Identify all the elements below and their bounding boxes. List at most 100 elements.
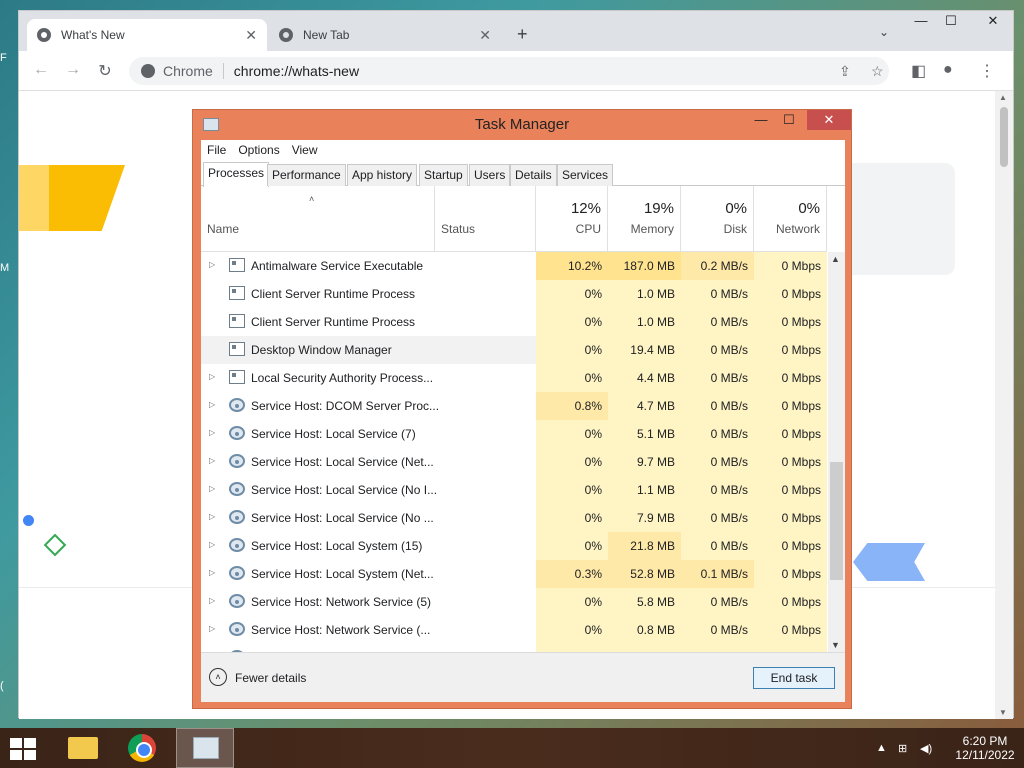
table-row[interactable]: ▷ Service Host: Local Service (Net... 0% 9.… bbox=[201, 448, 827, 476]
scroll-up-icon[interactable]: ▲ bbox=[999, 93, 1007, 102]
minimize-button[interactable]: — bbox=[905, 13, 937, 28]
page-scrollbar[interactable]: ▲ ▼ bbox=[995, 91, 1013, 719]
table-row[interactable]: ▷ Service Host: Local Service (7) 0% 5.1 MB… bbox=[201, 420, 827, 448]
fewer-details-link[interactable]: Fewer details bbox=[235, 671, 306, 685]
scroll-down-icon[interactable]: ▼ bbox=[999, 708, 1007, 717]
table-row[interactable]: ▷ Service Host: DCOM Server Proc... 0.8% 4.… bbox=[201, 392, 827, 420]
volume-icon[interactable]: ◀) bbox=[920, 742, 932, 755]
table-row[interactable]: ▷ Service Host: Network Service (5) 0% 5.8 … bbox=[201, 588, 827, 616]
scroll-thumb[interactable] bbox=[1000, 107, 1008, 167]
header-name[interactable]: ˄ Name bbox=[201, 186, 435, 252]
reload-button[interactable]: ↻ bbox=[95, 61, 115, 81]
tab-performance[interactable]: Performance bbox=[267, 164, 346, 186]
menu-view[interactable]: View bbox=[286, 140, 324, 160]
expand-icon[interactable]: ▷ bbox=[209, 540, 215, 549]
tab-processes[interactable]: Processes bbox=[203, 162, 270, 187]
tab-whats-new[interactable]: What's New ✕ bbox=[27, 19, 267, 51]
browser-toolbar: ← → ↻ Chrome chrome://whats-new ⇪ ☆ ◧ ● … bbox=[19, 51, 1013, 91]
close-icon[interactable]: ✕ bbox=[245, 27, 257, 44]
table-row[interactable]: ▷Service Host: Remote Procedure...0%3.9 … bbox=[201, 644, 827, 652]
decoration-shape bbox=[19, 165, 49, 231]
table-row[interactable]: ▷ Antimalware Service Executable 10.2% 187.… bbox=[201, 252, 827, 280]
scroll-thumb[interactable] bbox=[830, 462, 843, 580]
expand-icon[interactable]: ▷ bbox=[209, 400, 215, 409]
chrome-taskbar-button[interactable] bbox=[114, 728, 172, 768]
address-bar[interactable]: Chrome chrome://whats-new bbox=[129, 57, 889, 85]
expand-icon[interactable]: ▷ bbox=[209, 428, 215, 437]
minimize-button[interactable]: — bbox=[749, 112, 773, 132]
close-window-button[interactable]: ✕ bbox=[977, 13, 1009, 29]
share-icon[interactable]: ⇪ bbox=[839, 63, 851, 80]
network-value: 0 Mbps bbox=[754, 308, 827, 336]
disk-value: 0 MB/s bbox=[681, 308, 754, 336]
table-row[interactable]: ▷ Local Security Authority Process... 0% 4.… bbox=[201, 364, 827, 392]
memory-value: 1.0 MB bbox=[608, 308, 681, 336]
collapse-icon[interactable]: ˄ bbox=[209, 668, 227, 686]
show-hidden-icons-icon[interactable]: ▲ bbox=[876, 742, 887, 754]
tab-new-tab[interactable]: New Tab ✕ bbox=[269, 19, 501, 51]
tab-app-history[interactable]: App history bbox=[347, 164, 418, 186]
table-row[interactable]: Client Server Runtime Process 0% 1.0 MB 0 M… bbox=[201, 308, 827, 336]
expand-icon[interactable]: ▷ bbox=[209, 624, 215, 633]
table-row[interactable]: ▷ Service Host: Local Service (No ... 0% 7.… bbox=[201, 504, 827, 532]
header-status[interactable]: Status bbox=[435, 186, 536, 252]
header-disk[interactable]: 0% Disk bbox=[681, 186, 754, 252]
maximize-button[interactable]: ☐ bbox=[777, 112, 801, 132]
back-button[interactable]: ← bbox=[31, 61, 51, 79]
clock[interactable]: 6:20 PM 12/11/2022 bbox=[950, 734, 1020, 762]
tab-search-icon[interactable]: ⌄ bbox=[879, 25, 889, 39]
tab-services[interactable]: Services bbox=[557, 164, 614, 186]
close-icon[interactable]: ✕ bbox=[479, 27, 491, 44]
file-explorer-taskbar-button[interactable] bbox=[52, 728, 110, 768]
process-name: Service Host: Local System (15) bbox=[251, 539, 423, 553]
close-button[interactable]: ✕ bbox=[807, 110, 851, 130]
process-list-scrollbar[interactable]: ▲ ▼ bbox=[828, 252, 845, 652]
side-panel-icon[interactable]: ◧ bbox=[911, 61, 926, 81]
site-chip: Chrome bbox=[163, 63, 224, 79]
table-row[interactable]: ▷ Service Host: Network Service (... 0% 0.8… bbox=[201, 616, 827, 644]
network-icon[interactable]: ⊞ bbox=[898, 742, 907, 755]
process-name: Service Host: Local Service (7) bbox=[251, 427, 416, 441]
header-cpu[interactable]: 12% CPU bbox=[536, 186, 608, 252]
start-button[interactable] bbox=[10, 738, 36, 760]
menu-kebab-icon[interactable]: ⋮ bbox=[979, 61, 995, 81]
tab-users[interactable]: Users bbox=[469, 164, 511, 186]
menu-file[interactable]: File bbox=[201, 140, 232, 160]
menu-options[interactable]: Options bbox=[232, 140, 285, 160]
network-value: 0 Mbps bbox=[754, 448, 827, 476]
scroll-up-icon[interactable]: ▲ bbox=[831, 254, 840, 264]
expand-icon[interactable]: ▷ bbox=[209, 512, 215, 521]
cpu-value: 0% bbox=[536, 364, 608, 392]
expand-icon[interactable]: ▷ bbox=[209, 596, 215, 605]
disk-value: 0.2 MB/s bbox=[681, 252, 754, 280]
table-row[interactable]: ▷ Service Host: Local System (Net... 0.3% 5… bbox=[201, 560, 827, 588]
table-row[interactable]: ▷ Service Host: Local System (15) 0% 21.8 M… bbox=[201, 532, 827, 560]
task-manager-body: File Options View Processes Performance … bbox=[201, 140, 845, 702]
tab-startup[interactable]: Startup bbox=[419, 164, 468, 186]
forward-button[interactable]: → bbox=[63, 61, 83, 79]
new-tab-button[interactable]: + bbox=[517, 24, 528, 45]
bookmark-star-icon[interactable]: ☆ bbox=[871, 63, 884, 80]
expand-icon[interactable]: ▷ bbox=[209, 372, 215, 381]
cpu-value: 0.8% bbox=[536, 392, 608, 420]
scroll-down-icon[interactable]: ▼ bbox=[831, 640, 840, 650]
header-memory[interactable]: 19% Memory bbox=[608, 186, 681, 252]
tab-details[interactable]: Details bbox=[510, 164, 557, 186]
expand-icon[interactable]: ▷ bbox=[209, 260, 215, 269]
task-manager-taskbar-button[interactable] bbox=[176, 728, 234, 768]
table-row[interactable]: Client Server Runtime Process 0% 1.0 MB 0 M… bbox=[201, 280, 827, 308]
expand-icon[interactable]: ▷ bbox=[209, 456, 215, 465]
table-row[interactable]: Desktop Window Manager 0% 19.4 MB 0 MB/s 0 M… bbox=[201, 336, 827, 364]
task-manager-window: Task Manager — ☐ ✕ File Options View Pro… bbox=[192, 109, 852, 709]
table-row[interactable]: ▷ Service Host: Local Service (No I... 0% 1… bbox=[201, 476, 827, 504]
sort-arrow-icon: ˄ bbox=[309, 194, 315, 204]
expand-icon[interactable]: ▷ bbox=[209, 568, 215, 577]
header-network[interactable]: 0% Network bbox=[754, 186, 827, 252]
expand-icon[interactable]: ▷ bbox=[209, 484, 215, 493]
maximize-button[interactable]: ☐ bbox=[935, 13, 967, 29]
profile-avatar-icon[interactable]: ● bbox=[943, 61, 953, 79]
end-task-button[interactable]: End task bbox=[753, 667, 835, 689]
network-value: 0 Mbps bbox=[754, 476, 827, 504]
desktop-text: F bbox=[0, 52, 7, 64]
network-value: 0 Mbps bbox=[754, 532, 827, 560]
